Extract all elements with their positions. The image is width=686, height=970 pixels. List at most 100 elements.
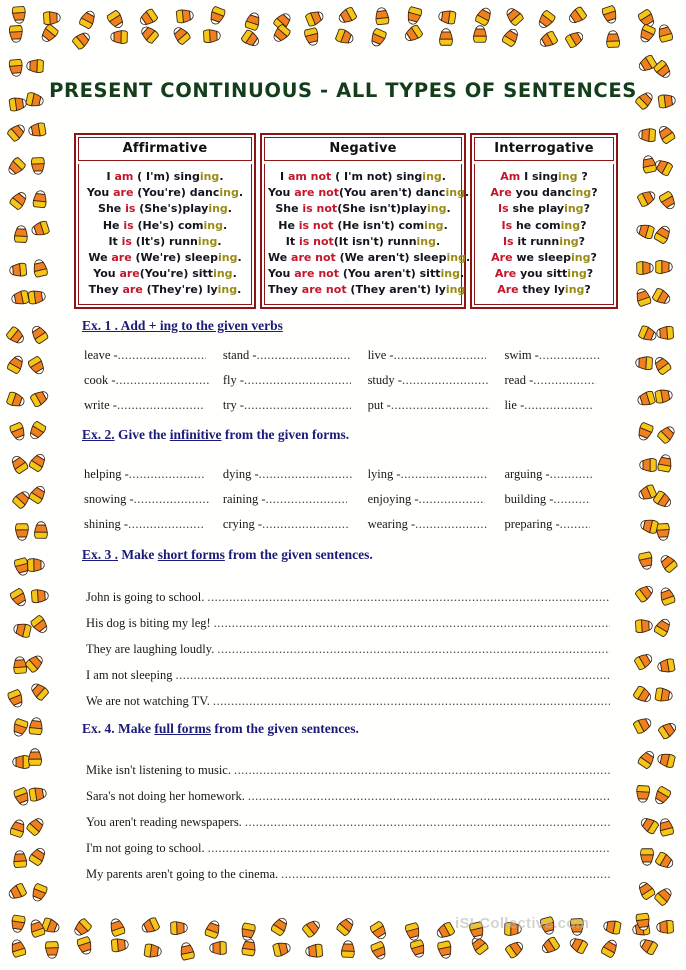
sentence-line[interactable]: My parents aren't going to the cinema...… <box>86 867 610 893</box>
verb-word: dying - <box>222 467 259 481</box>
example-sentence: It is not(It isn't) running. <box>285 234 441 248</box>
answer-blank[interactable]: ........................................ <box>118 348 206 363</box>
answer-blank[interactable]: ........................................… <box>207 590 610 605</box>
verb-word: write - <box>84 398 117 412</box>
answer-blank[interactable]: ........................................… <box>213 694 610 709</box>
answer-blank[interactable]: ........................................ <box>524 398 593 413</box>
verb-word: lying - <box>367 467 401 481</box>
verb-item[interactable]: live - .................................… <box>368 348 505 373</box>
sentence-line[interactable]: I'm not going to school.................… <box>86 841 610 867</box>
verb-item[interactable]: put - ..................................… <box>368 398 505 423</box>
example-sentence: Is it running? <box>502 234 586 248</box>
verb-word: swim - <box>504 348 539 362</box>
answer-blank[interactable]: ........................................ <box>553 492 590 507</box>
answer-blank[interactable]: ........................................ <box>257 348 351 363</box>
verb-item[interactable]: fly - ..................................… <box>223 373 368 398</box>
verb-word: shining - <box>84 517 129 531</box>
verb-item[interactable]: arguing - ..............................… <box>504 467 612 492</box>
verb-item[interactable]: wearing - ..............................… <box>368 517 505 542</box>
answer-blank[interactable]: ........................................ <box>266 492 347 507</box>
verb-item[interactable]: lying - ................................… <box>368 467 505 492</box>
verb-item[interactable]: snowing - ..............................… <box>84 492 223 517</box>
answer-blank[interactable]: ........................................ <box>401 467 487 482</box>
answer-blank[interactable]: ........................................… <box>217 642 610 657</box>
verb-word: live - <box>367 348 394 362</box>
answer-blank[interactable]: ........................................ <box>262 517 350 532</box>
answer-blank[interactable]: ........................................ <box>560 517 590 532</box>
verb-word: leave - <box>84 348 118 362</box>
answer-blank[interactable]: ........................................… <box>281 867 610 882</box>
answer-blank[interactable]: ........................................ <box>539 348 601 363</box>
example-sentence: Are you sitting? <box>494 267 594 281</box>
verb-item[interactable]: read - .................................… <box>504 373 612 398</box>
answer-blank[interactable]: ........................................ <box>244 398 351 413</box>
column-header: Affirmative <box>78 137 252 161</box>
verb-item[interactable]: study - ................................… <box>368 373 505 398</box>
verb-word: fly - <box>222 373 245 387</box>
answer-blank[interactable]: ........................................ <box>117 398 205 413</box>
verb-item[interactable]: swim - .................................… <box>504 348 612 373</box>
verb-word: cook - <box>84 373 116 387</box>
verb-item[interactable]: shining - ..............................… <box>84 517 223 542</box>
exercise-grid-ex1: leave - ................................… <box>84 348 612 423</box>
sentence-line[interactable]: His dog is biting my leg!...............… <box>86 616 610 642</box>
verb-word: try - <box>222 398 245 412</box>
sentence-text: They are laughing loudly. <box>86 642 215 656</box>
sentence-text: Sara's not doing her homework. <box>86 789 245 803</box>
answer-blank[interactable]: ........................................… <box>234 763 610 778</box>
answer-blank[interactable]: ........................................ <box>533 373 595 388</box>
sentence-text: My parents aren't going to the cinema. <box>86 867 279 881</box>
verb-item[interactable]: raining - ..............................… <box>223 492 368 517</box>
sentence-text: John is going to school. <box>86 590 205 604</box>
answer-blank[interactable]: ........................................… <box>248 789 610 804</box>
sentence-line[interactable]: We are not watching TV..................… <box>86 694 610 720</box>
answer-blank[interactable]: ........................................ <box>128 517 203 532</box>
verb-item[interactable]: crying - ...............................… <box>223 517 368 542</box>
answer-blank[interactable]: ........................................ <box>402 373 488 388</box>
exercise-heading-ex2: Ex. 2. Give the infinitive from the give… <box>82 427 350 442</box>
verb-item[interactable]: leave - ................................… <box>84 348 223 373</box>
example-sentence: Is he coming? <box>501 218 587 232</box>
sentence-line[interactable]: Mike isn't listening to music...........… <box>86 763 610 789</box>
verb-item[interactable]: try - ..................................… <box>223 398 368 423</box>
answer-blank[interactable]: ........................................… <box>245 815 610 830</box>
answer-blank[interactable]: ........................................ <box>129 467 204 482</box>
sentence-line[interactable]: They are laughing loudly................… <box>86 642 610 668</box>
sentence-line[interactable]: You aren't reading newspapers...........… <box>86 815 610 841</box>
answer-blank[interactable]: ........................................ <box>550 467 593 482</box>
verb-item[interactable]: enjoying - .............................… <box>368 492 505 517</box>
verb-item[interactable]: write - ................................… <box>84 398 223 423</box>
verb-item[interactable]: dying - ................................… <box>223 467 368 492</box>
verb-item[interactable]: cook - .................................… <box>84 373 223 398</box>
sentence-text: Mike isn't listening to music. <box>86 763 231 777</box>
sentence-line[interactable]: John is going to school.................… <box>86 590 610 616</box>
answer-blank[interactable]: ........................................… <box>175 668 610 683</box>
answer-blank[interactable]: ........................................ <box>415 517 488 532</box>
verb-item[interactable]: helping - ..............................… <box>84 467 223 492</box>
sentence-line[interactable]: I am not sleeping.......................… <box>86 668 610 694</box>
answer-blank[interactable]: ........................................ <box>394 348 486 363</box>
verb-item[interactable]: stand - ................................… <box>223 348 368 373</box>
answer-blank[interactable]: ........................................ <box>116 373 210 388</box>
example-sentence: They are (They're) lying. <box>88 283 242 297</box>
answer-blank[interactable]: ........................................ <box>134 492 209 507</box>
example-sentence: Are you dancing? <box>490 186 598 200</box>
answer-blank[interactable]: ........................................ <box>419 492 486 507</box>
answer-blank[interactable]: ........................................ <box>244 373 351 388</box>
answer-blank[interactable]: ........................................ <box>391 398 490 413</box>
table-column-affirmative: Affirmative I am ( I'm) singing. You are (… <box>74 133 256 309</box>
exercise-lines-ex4: Mike isn't listening to music...........… <box>86 763 610 893</box>
verb-item[interactable]: preparing - ............................… <box>504 517 612 542</box>
example-sentence: Are they lying? <box>497 283 591 297</box>
table-column-interrogative: Interrogative Am I singing ? Are you danci… <box>470 133 618 309</box>
answer-blank[interactable]: ........................................ <box>259 467 353 482</box>
answer-blank[interactable]: ........................................… <box>208 841 610 856</box>
verb-item[interactable]: lie - ..................................… <box>504 398 612 423</box>
sentence-line[interactable]: Sara's not doing her homework...........… <box>86 789 610 815</box>
verb-item[interactable]: building - .............................… <box>504 492 612 517</box>
example-sentence: Are we sleeping? <box>491 251 597 265</box>
verb-word: put - <box>367 398 391 412</box>
sentence-text: You aren't reading newspapers. <box>86 815 242 829</box>
sentence-text: I'm not going to school. <box>86 841 205 855</box>
answer-blank[interactable]: ........................................… <box>214 616 610 631</box>
